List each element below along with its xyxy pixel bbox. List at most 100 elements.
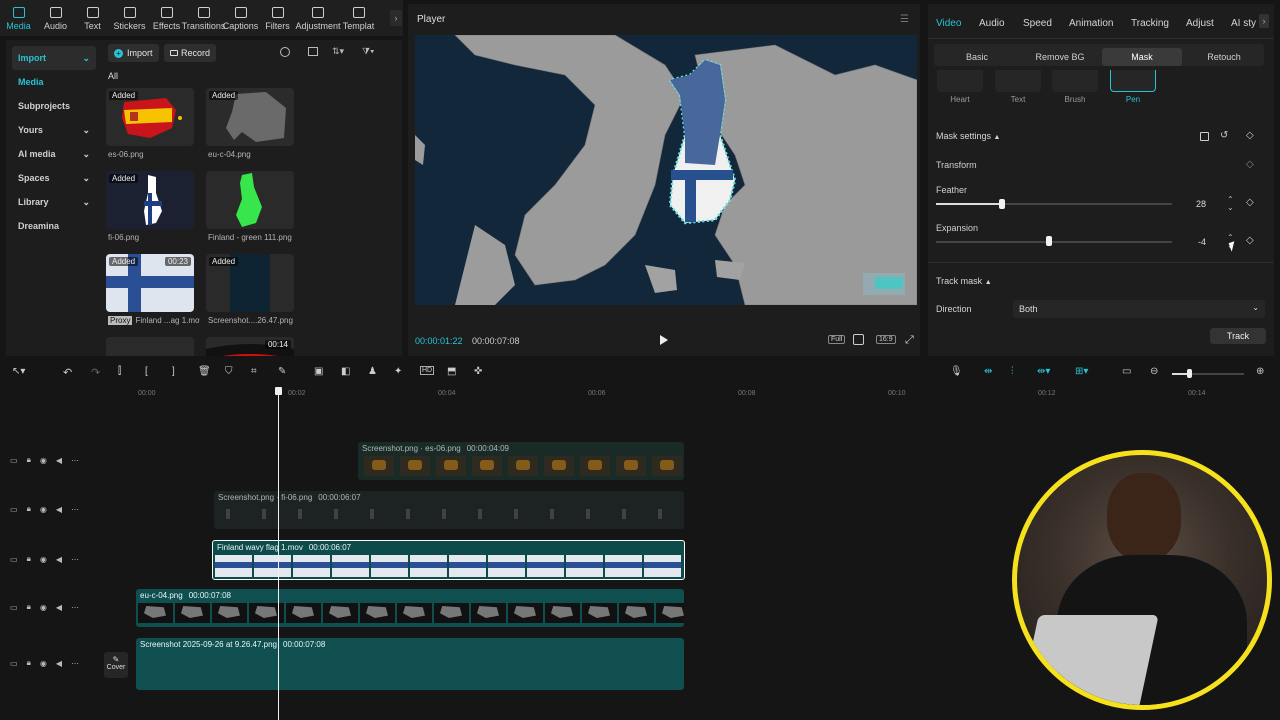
expansion-keyframe-icon[interactable]: ◇ [1246,235,1254,246]
speaker-icon[interactable]: ◀ [56,555,62,564]
playhead[interactable] [278,392,279,720]
subtab-mask[interactable]: Mask [1102,48,1182,66]
mask-shape-text[interactable] [995,70,1041,92]
microphone-icon[interactable]: 🎙 [950,366,963,377]
media-item-blank[interactable] [106,337,194,356]
tool-stickers[interactable]: Stickers [111,0,148,36]
eye-icon[interactable]: ◉ [40,555,47,564]
split-left-icon[interactable]: [ [145,366,148,377]
eye-icon[interactable]: ◉ [40,659,47,668]
mirror-icon[interactable]: ◧ [341,366,350,377]
track-type-icon[interactable]: ▭ [10,603,18,612]
timeline-clip[interactable]: Screenshot 2025-09-26 at 9.26.47.png 00:0… [136,638,684,690]
eye-icon[interactable]: ◉ [40,505,47,514]
direction-select[interactable]: Both ⌄ [1013,300,1265,318]
more-icon[interactable]: ⋯ [71,659,79,668]
media-filter-all[interactable]: All [108,71,118,81]
tool-captions[interactable]: Captions [222,0,259,36]
more-icon[interactable]: ⋯ [71,555,79,564]
video-preview[interactable] [415,35,917,305]
nav-yours[interactable]: Yours ⌄ [12,118,96,142]
mask-shape-heart[interactable] [937,70,983,92]
zoom-in-icon[interactable]: ⊕ [1256,366,1264,377]
select-tool-icon[interactable]: ↖▾ [12,366,25,377]
expansion-slider-knob[interactable] [1046,236,1052,246]
playhead-handle[interactable] [275,387,282,395]
record-button[interactable]: Record [164,44,217,62]
split-right-icon[interactable]: ] [172,366,175,377]
zoom-out-icon[interactable]: ⊖ [1150,366,1158,377]
lock-icon[interactable]: 🔒︎ [27,455,31,465]
nav-dreamina[interactable]: Dreamina [12,214,96,238]
tool-text[interactable]: Text [74,0,111,36]
lock-icon[interactable]: 🔒︎ [27,504,31,514]
reset-icon[interactable]: ↺ [1220,130,1228,141]
tool-filters[interactable]: Filters [259,0,296,36]
timeline-clip[interactable]: Screenshot.png · fi-06.png 00:00:06:07 [214,491,684,529]
caption-icon[interactable]: ▭ [1122,366,1131,377]
media-item-screenshot[interactable]: Added [206,254,294,312]
delete-icon[interactable]: 🗑 [198,366,211,377]
lock-icon[interactable]: 🔒︎ [27,554,31,564]
tab-audio[interactable]: Audio [979,18,1005,29]
tabs-scroll-right-icon[interactable]: › [1259,14,1269,28]
tool-media[interactable]: Media [0,0,37,36]
subtab-retouch[interactable]: Retouch [1184,48,1264,66]
fullscreen-icon[interactable]: ⤢ [905,334,914,347]
sort-icon[interactable]: ⇅▾ [332,46,344,57]
mask-settings-header[interactable]: Mask settings ▲ [936,131,1000,141]
timeline-clip[interactable]: Screenshot.png · es-06.png 00:00:04:09 [358,442,684,480]
tab-video[interactable]: Video [936,18,961,29]
track-button[interactable]: Track [1210,328,1266,344]
tool-effects[interactable]: Effects [148,0,185,36]
export-frame-icon[interactable]: ⬒ [447,366,456,377]
media-item-fi-green[interactable] [206,171,294,229]
nav-subprojects[interactable]: Subprojects [12,94,96,118]
track-type-icon[interactable]: ▭ [10,659,18,668]
link-icon[interactable]: ⇹ [984,366,992,377]
feather-value[interactable]: 28 [1178,196,1212,212]
tab-animation[interactable]: Animation [1069,18,1113,29]
play-icon[interactable] [660,335,668,345]
mask-shape-pen[interactable] [1110,70,1156,92]
track-type-icon[interactable]: ▭ [10,505,18,514]
nav-spaces[interactable]: Spaces ⌄ [12,166,96,190]
zoom-slider-knob[interactable] [1187,369,1192,378]
feather-slider-knob[interactable] [999,199,1005,209]
more-icon[interactable]: ⋯ [71,505,79,514]
lock-icon[interactable]: 🔒︎ [27,602,31,612]
track-mask-header[interactable]: Track mask ▲ [936,276,992,286]
search-icon[interactable] [280,47,290,57]
grid-view-icon[interactable] [308,47,318,56]
cover-button[interactable]: ✎ Cover [104,652,128,678]
feather-keyframe-icon[interactable]: ◇ [1246,197,1254,208]
tool-transitions[interactable]: Transitions [182,0,225,36]
speaker-icon[interactable]: ◀ [56,505,62,514]
import-button[interactable]: + Import [108,44,159,62]
speaker-icon[interactable]: ◀ [56,456,62,465]
tool-audio[interactable]: Audio [37,0,74,36]
track-type-icon[interactable]: ▭ [10,555,18,564]
toolbar-scroll-right-icon[interactable]: › [390,10,402,26]
nav-import[interactable]: Import ⌄ [12,46,96,70]
tool-templat[interactable]: Templat [340,0,377,36]
crop-icon[interactable]: ⌗ [251,366,257,377]
nav-library[interactable]: Library ⌄ [12,190,96,214]
subtab-remove-bg[interactable]: Remove BG [1020,48,1100,66]
preview-axis-icon[interactable]: ⇹▾ [1037,366,1050,377]
timeline-clip[interactable]: Finland wavy flag 1.mov 00:00:06:07 [212,540,685,580]
track-type-icon[interactable]: ▭ [10,456,18,465]
lock-icon[interactable]: 🔒︎ [27,658,31,668]
timeline-clip[interactable]: eu-c-04.png 00:00:07:08 [136,589,684,627]
more-icon[interactable]: ⋯ [71,603,79,612]
media-item-fi-shape[interactable]: Added [106,171,194,229]
tool-adjustment[interactable]: Adjustment [295,0,341,36]
feather-stepper-icon[interactable]: ⌃ ⌄ [1227,196,1234,212]
expansion-slider[interactable] [936,241,1172,243]
tab-adjust[interactable]: Adjust [1186,18,1214,29]
filter-icon[interactable]: ⧩▾ [362,46,374,57]
redo-icon[interactable]: ↷ [91,366,100,379]
eye-icon[interactable]: ◉ [40,456,47,465]
marker-icon[interactable]: ⛉ [225,366,233,377]
eye-icon[interactable]: ◉ [40,603,47,612]
